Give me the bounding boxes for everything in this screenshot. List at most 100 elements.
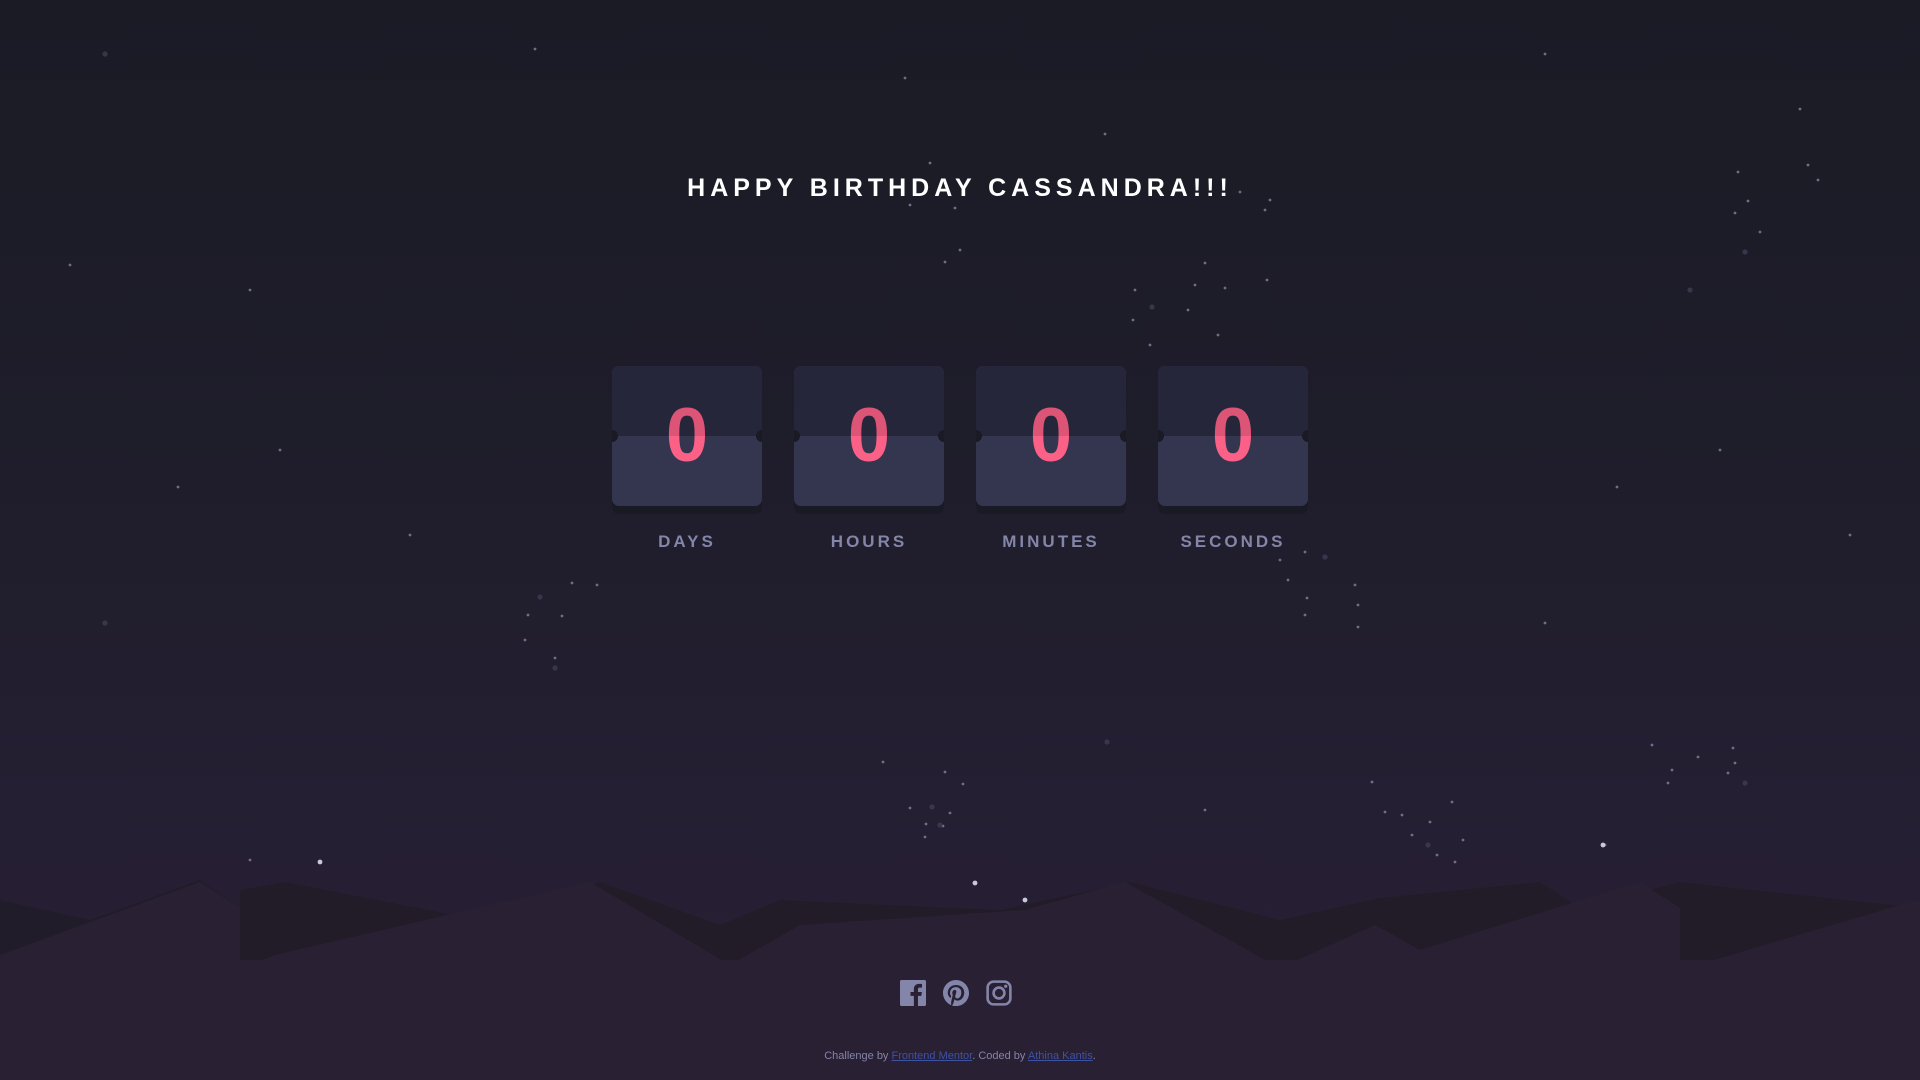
star [1353,583,1357,587]
attribution: Challenge by Frontend Mentor. Coded by A… [0,1050,1920,1062]
star [961,782,965,786]
star [1203,261,1207,265]
star [1733,761,1737,765]
star [1425,842,1431,848]
star [1149,304,1155,310]
star [1216,333,1220,337]
star [1410,833,1414,837]
star [1736,170,1740,174]
star [1223,286,1227,290]
star [1603,843,1607,847]
star [1193,283,1197,287]
star [1848,533,1852,537]
facebook-icon[interactable] [900,980,926,1006]
star [1131,318,1135,322]
star [958,248,962,252]
card-notch [938,430,944,442]
star [1356,625,1360,629]
star [1733,211,1737,215]
star [1718,448,1722,452]
star [595,583,599,587]
star [1303,613,1307,617]
star [1203,808,1207,812]
star [1615,485,1619,489]
star [1400,813,1404,817]
star [523,638,527,642]
star [1670,768,1674,772]
star [948,811,952,815]
card-notch [756,430,762,442]
star [102,620,108,626]
star [1798,107,1802,111]
star [929,804,935,810]
star [941,824,945,828]
star [1428,820,1432,824]
star [1186,308,1190,312]
star [1286,578,1290,582]
star [1305,596,1309,600]
star [1650,743,1654,747]
star [1263,208,1267,212]
star [924,822,928,826]
star [1133,288,1137,292]
frontend-mentor-link[interactable]: Frontend Mentor [892,1050,973,1062]
star [570,581,574,585]
star [1687,287,1693,293]
attribution-middle: . Coded by [972,1050,1028,1062]
star [1370,780,1374,784]
star [1666,781,1670,785]
star [553,656,557,660]
page-title: HAPPY BIRTHDAY CASSANDRA!!! [687,174,1233,202]
star [943,260,947,264]
star [881,760,885,764]
hours-label: HOURS [830,532,908,551]
star [1104,739,1110,745]
star [1731,746,1735,750]
countdown-minutes: 0 MINUTES [976,366,1126,552]
star [953,206,957,210]
star [1742,780,1748,786]
star [908,203,912,207]
flip-card-minutes: 0 [976,366,1126,506]
countdown-days: 0 DAYS [612,366,762,552]
flip-card-seconds: 0 [1158,366,1308,506]
star [1450,800,1454,804]
star [1383,810,1387,814]
star [908,806,912,810]
star [1600,842,1606,848]
star [248,288,252,292]
minutes-label: MINUTES [1002,532,1100,551]
star [1806,163,1810,167]
star [1758,230,1762,234]
pinterest-icon[interactable] [943,980,969,1007]
star [1543,621,1547,625]
star [1103,132,1107,136]
star [1742,249,1748,255]
star [1265,278,1269,282]
star [176,485,180,489]
author-link[interactable]: Athina Kantis [1028,1050,1093,1062]
star [68,263,72,267]
star [560,614,564,618]
star [526,613,530,617]
attribution-prefix: Challenge by [824,1050,892,1062]
social-links [900,980,1012,1007]
star [278,448,282,452]
star [923,835,927,839]
star [537,594,543,600]
star [408,533,412,537]
star [1435,853,1439,857]
star [102,51,108,57]
instagram-icon[interactable] [986,980,1012,1006]
star [1543,52,1547,56]
flip-card-hours: 0 [794,366,944,506]
flip-card-days: 0 [612,366,762,506]
attribution-suffix: . [1092,1050,1096,1062]
star [1322,554,1328,560]
countdown-timer: 0 DAYS 0 HOURS 0 MINUTES 0 SECONDS [612,366,1308,552]
countdown-hours: 0 HOURS [794,366,944,552]
star [1356,603,1360,607]
star [1726,771,1730,775]
star [1278,558,1282,562]
card-notch [1120,430,1126,442]
